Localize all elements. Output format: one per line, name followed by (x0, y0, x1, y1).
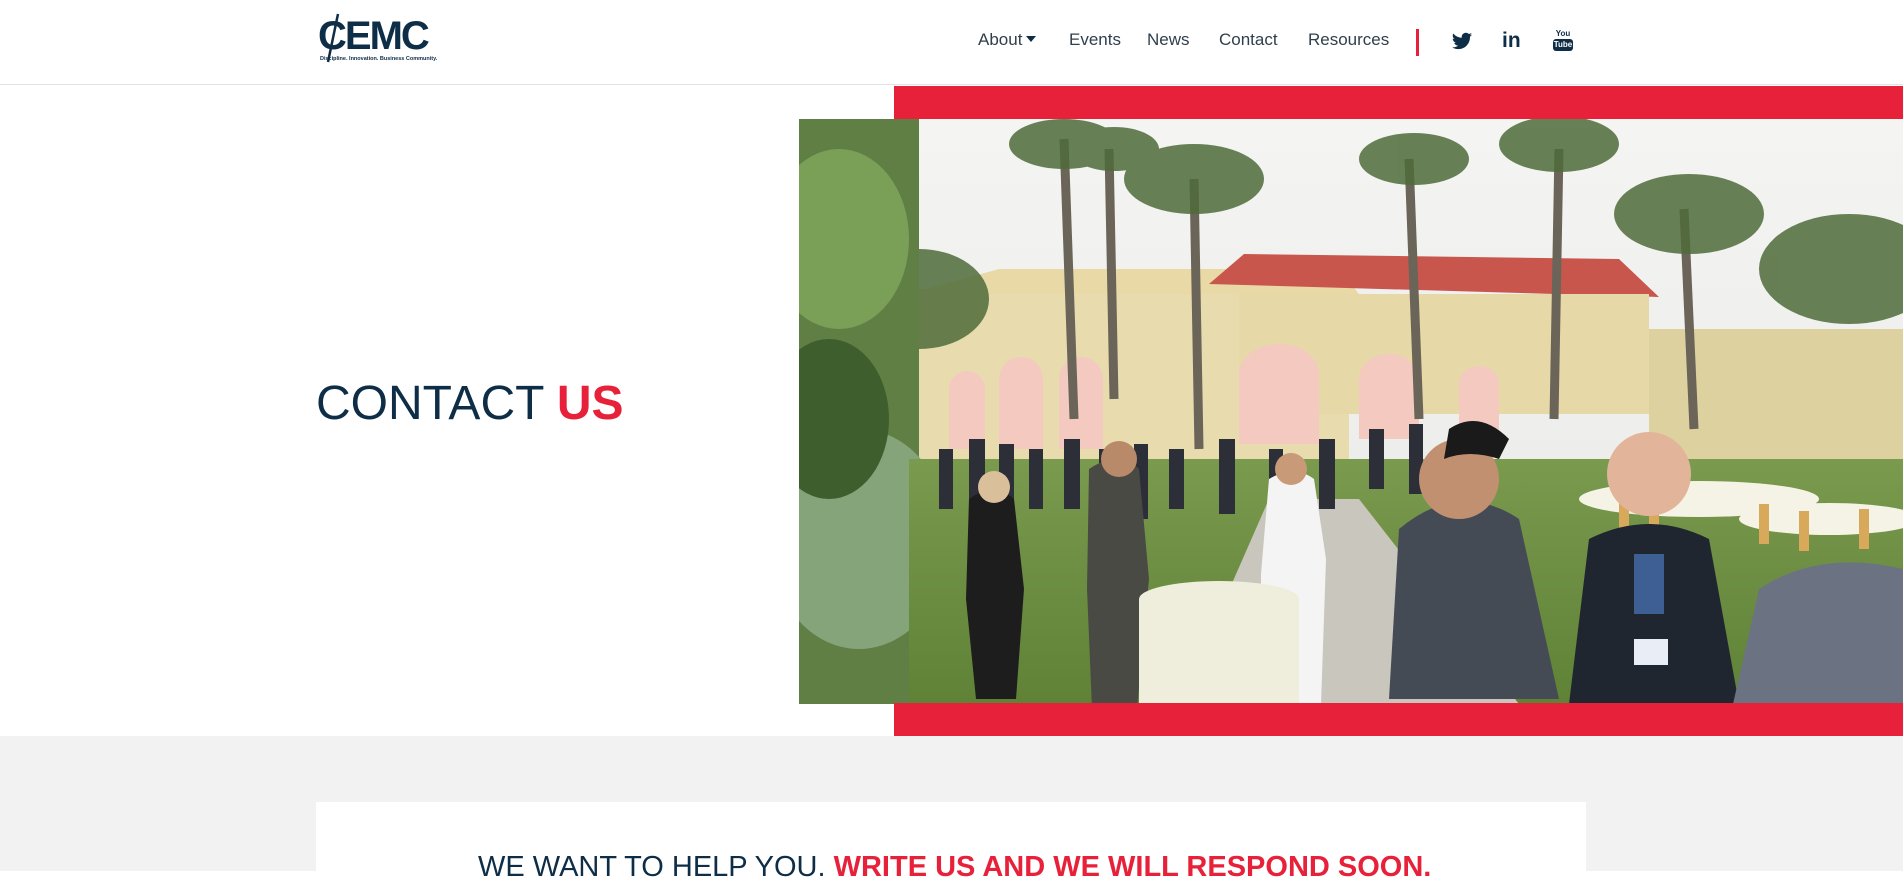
red-accent-band-bottom (894, 703, 1903, 736)
nav-news[interactable]: News (1147, 30, 1190, 50)
nav-contact[interactable]: Contact (1219, 30, 1278, 50)
linkedin-icon[interactable]: in (1502, 30, 1524, 52)
main-nav: About Events News Contact Resources in Y… (0, 0, 1903, 85)
event-photo-illustration (799, 119, 1903, 704)
page-title-part2: US (556, 377, 624, 430)
twitter-icon[interactable] (1451, 30, 1473, 52)
nav-about[interactable]: About (978, 30, 1037, 50)
event-photo (799, 119, 1903, 704)
youtube-tube: Tube (1553, 39, 1573, 51)
youtube-you: You (1555, 29, 1571, 38)
contact-card-heading-part1: WE WANT TO HELP YOU. (478, 851, 834, 883)
contact-card-heading-part2: WRITE US AND WE WILL RESPOND SOON. (833, 851, 1432, 883)
nav-resources[interactable]: Resources (1308, 30, 1389, 50)
red-accent-band-top (894, 86, 1903, 119)
site-header: CEMC Discipline. Innovation. Business Co… (0, 0, 1903, 85)
nav-events[interactable]: Events (1069, 30, 1121, 50)
nav-divider (1416, 29, 1419, 56)
youtube-icon[interactable]: You Tube (1553, 29, 1573, 55)
contact-card-heading: WE WANT TO HELP YOU. WRITE US AND WE WIL… (478, 850, 1431, 884)
nav-about-label: About (978, 30, 1023, 49)
linkedin-text: in (1502, 29, 1521, 52)
page-title-part1: CONTACT (316, 377, 557, 430)
chevron-down-icon (1026, 36, 1037, 42)
page-title: CONTACT US (316, 376, 624, 432)
contact-card: WE WANT TO HELP YOU. WRITE US AND WE WIL… (316, 802, 1586, 892)
